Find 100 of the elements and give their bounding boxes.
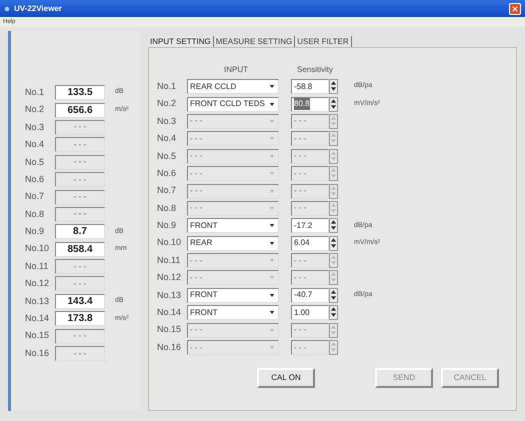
sensitivity-value: -40.7 bbox=[294, 289, 312, 302]
dropdown-arrow-icon bbox=[269, 275, 275, 280]
channel-label: No.5 bbox=[25, 156, 46, 168]
channel-label: No.15 bbox=[157, 323, 182, 336]
up-arrow-icon bbox=[330, 254, 337, 260]
input-dropdown[interactable]: FRONT CCLD TEDS bbox=[187, 96, 279, 112]
channel-label: No.9 bbox=[157, 219, 178, 232]
down-arrow-icon bbox=[330, 260, 337, 266]
up-arrow-icon bbox=[330, 132, 337, 138]
up-arrow-icon bbox=[330, 324, 337, 330]
sensitivity-value: - - - bbox=[294, 202, 306, 214]
dropdown-arrow-icon bbox=[269, 223, 275, 228]
tab[interactable]: INPUT SETTING bbox=[148, 36, 214, 47]
up-arrow-icon bbox=[330, 219, 337, 226]
dropdown-arrow-icon bbox=[269, 154, 275, 159]
channel-label: No.2 bbox=[157, 97, 178, 110]
up-arrow-icon bbox=[330, 202, 337, 208]
channel-label: No.5 bbox=[157, 150, 178, 162]
dropdown-arrow-icon bbox=[269, 310, 275, 316]
spin-buttons[interactable] bbox=[329, 79, 338, 94]
channel-label: No.4 bbox=[25, 138, 46, 152]
sensitivity-field[interactable]: 6.04 bbox=[291, 236, 329, 251]
channel-label: No.10 bbox=[157, 236, 182, 250]
channel-label: No.14 bbox=[25, 312, 50, 326]
sensitivity-field[interactable]: 1.00 bbox=[291, 305, 329, 320]
input-dropdown[interactable]: REAR CCLD bbox=[187, 79, 279, 94]
sensitivity-value: - - - bbox=[294, 272, 306, 284]
up-arrow-icon bbox=[330, 184, 337, 191]
sensitivity-value: - - - bbox=[294, 324, 306, 336]
sensitivity-field[interactable]: 80.8 bbox=[291, 96, 329, 112]
column-header: INPUT bbox=[223, 64, 249, 76]
down-arrow-icon bbox=[330, 138, 337, 144]
sensitivity-value: - - - bbox=[294, 150, 306, 162]
down-arrow-icon bbox=[330, 173, 337, 180]
dropdown-arrow-icon bbox=[269, 206, 275, 211]
dropdown-arrow-icon bbox=[269, 188, 275, 194]
reading-value: - - - bbox=[55, 276, 105, 292]
down-arrow-icon bbox=[330, 347, 337, 354]
reading-value: 656.6 bbox=[55, 102, 105, 118]
channel-label: No.10 bbox=[25, 242, 50, 256]
dropdown-arrow-icon bbox=[269, 171, 275, 176]
reading-value: - - - bbox=[55, 346, 105, 362]
spin-buttons[interactable] bbox=[329, 236, 338, 251]
input-dropdown[interactable]: FRONT bbox=[187, 218, 279, 234]
up-arrow-icon bbox=[330, 341, 337, 348]
input-dropdown[interactable]: FRONT bbox=[187, 288, 279, 303]
sensitivity-value: -17.2 bbox=[294, 220, 312, 232]
reading-value: - - - bbox=[55, 120, 105, 135]
channel-label: No.9 bbox=[25, 225, 46, 238]
channel-label: No.12 bbox=[25, 277, 50, 290]
down-arrow-icon bbox=[330, 120, 337, 127]
up-arrow-icon bbox=[330, 306, 337, 312]
dropdown-arrow-icon bbox=[269, 84, 275, 90]
down-arrow-icon bbox=[330, 86, 337, 92]
dropdown-arrow-icon bbox=[269, 258, 275, 264]
action-button[interactable]: CAL ON bbox=[257, 368, 315, 388]
spin-buttons[interactable] bbox=[329, 218, 338, 234]
channel-label: No.15 bbox=[25, 329, 50, 342]
close-icon bbox=[512, 6, 518, 12]
reading-value: 858.4 bbox=[55, 242, 105, 257]
close-button[interactable] bbox=[509, 2, 521, 14]
down-arrow-icon bbox=[330, 242, 337, 249]
spin-buttons[interactable] bbox=[329, 96, 338, 112]
sensitivity-value: - - - bbox=[294, 342, 306, 354]
sensitivity-field[interactable]: -17.2 bbox=[291, 218, 329, 234]
sensitivity-value: -58.8 bbox=[294, 80, 312, 93]
spin-buttons[interactable] bbox=[329, 288, 338, 303]
channel-label: No.7 bbox=[157, 184, 178, 198]
dropdown-arrow-icon bbox=[269, 118, 275, 124]
sensitivity-value: - - - bbox=[294, 115, 306, 128]
up-arrow-icon bbox=[330, 80, 337, 86]
reading-value: - - - bbox=[55, 206, 105, 222]
channel-label: No.1 bbox=[25, 86, 46, 99]
channel-label: No.3 bbox=[157, 114, 178, 128]
up-arrow-icon bbox=[330, 271, 337, 278]
dropdown-arrow-icon bbox=[269, 292, 275, 298]
down-arrow-icon bbox=[330, 208, 337, 214]
channel-label: No.13 bbox=[25, 294, 50, 308]
window-title: UV-22Viewer bbox=[14, 2, 63, 14]
up-arrow-icon bbox=[330, 167, 337, 174]
down-arrow-icon bbox=[330, 277, 337, 284]
reading-value: - - - bbox=[55, 259, 105, 274]
up-arrow-icon bbox=[330, 236, 337, 243]
sensitivity-field[interactable]: -40.7 bbox=[291, 288, 329, 303]
spin-buttons[interactable] bbox=[329, 305, 338, 320]
input-dropdown[interactable]: FRONT bbox=[187, 305, 279, 320]
channel-label: No.3 bbox=[25, 120, 46, 134]
channel-label: No.14 bbox=[157, 306, 182, 320]
channel-label: No.16 bbox=[157, 340, 182, 354]
sensitivity-value: - - - bbox=[294, 132, 306, 145]
down-arrow-icon bbox=[330, 312, 337, 318]
reading-value: - - - bbox=[55, 137, 105, 152]
input-dropdown[interactable]: REAR bbox=[187, 236, 279, 251]
sensitivity-value: 80.8 bbox=[294, 98, 310, 110]
reading-value: - - - bbox=[55, 172, 105, 188]
channel-label: No.13 bbox=[157, 288, 182, 302]
channel-label: No.12 bbox=[157, 271, 182, 284]
sensitivity-field[interactable]: -58.8 bbox=[291, 79, 329, 94]
down-arrow-icon bbox=[330, 330, 337, 336]
channel-label: No.11 bbox=[157, 254, 182, 267]
